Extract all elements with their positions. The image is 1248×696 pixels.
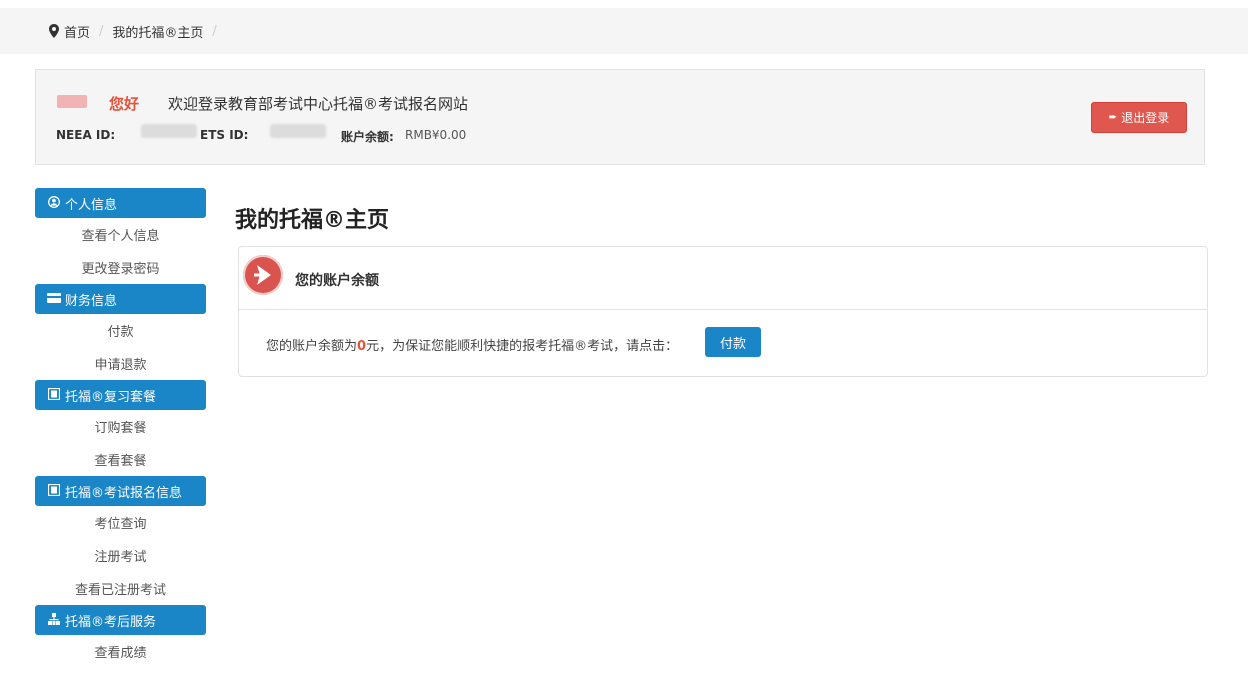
sidebar-item-view-registered-exams[interactable]: 查看已注册考试 xyxy=(35,572,206,605)
sitemap-icon xyxy=(47,612,61,628)
greeting-text: 您好 xyxy=(109,95,140,113)
book-icon xyxy=(47,483,61,499)
map-marker-icon xyxy=(49,24,59,38)
balance-message-suffix: 元，为保证您能顺利快捷的报考托福®考试，请点击： xyxy=(366,339,679,354)
breadcrumb-home-link[interactable]: 首页 xyxy=(64,22,90,41)
balance-message: 您的账户余额为0元，为保证您能顺利快捷的报考托福®考试，请点击： xyxy=(266,335,678,354)
breadcrumb-separator: / xyxy=(99,23,104,39)
sidebar-item-register-exam[interactable]: 注册考试 xyxy=(35,539,206,572)
book-icon xyxy=(47,387,61,403)
user-info-bar: 您好 欢迎登录教育部考试中心托福®考试报名网站 NEEA ID: ETS ID:… xyxy=(35,69,1205,165)
logout-label: 退出登录 xyxy=(1121,111,1170,125)
sidebar-item-view-profile[interactable]: 查看个人信息 xyxy=(35,218,206,251)
sidebar-section-personal-info[interactable]: 个人信息 xyxy=(35,188,206,218)
credit-card-icon xyxy=(47,292,61,306)
redacted-neea-id xyxy=(141,124,197,138)
sidebar-item-order-package[interactable]: 订购套餐 xyxy=(35,410,206,443)
sidebar-section-label: 个人信息 xyxy=(65,197,118,213)
sidebar-section-label: 托福®考试报名信息 xyxy=(65,485,183,501)
sidebar-item-change-password[interactable]: 更改登录密码 xyxy=(35,251,206,284)
balance-amount: 0 xyxy=(357,339,367,354)
logout-button[interactable]: ➨ 退出登录 xyxy=(1091,102,1187,133)
panel-header: 您的账户余额 xyxy=(239,247,1207,310)
arrow-right-circle-icon xyxy=(243,255,283,295)
ets-id-label: ETS ID: xyxy=(200,128,249,142)
sidebar-section-label: 托福®复习套餐 xyxy=(65,389,157,405)
sidebar-section-prep-package[interactable]: 托福®复习套餐 xyxy=(35,380,206,410)
sidebar: 个人信息 查看个人信息 更改登录密码 财务信息 付款 申请退款 托福®复习套餐 … xyxy=(35,188,206,668)
panel-body: 您的账户余额为0元，为保证您能顺利快捷的报考托福®考试，请点击： 付款 xyxy=(239,310,1207,378)
breadcrumb: 首页 / 我的托福®主页 / xyxy=(0,8,1248,54)
balance-message-prefix: 您的账户余额为 xyxy=(266,339,358,354)
pay-button[interactable]: 付款 xyxy=(705,327,761,357)
sidebar-section-label: 托福®考后服务 xyxy=(65,614,157,630)
user-circle-icon xyxy=(47,195,61,211)
sidebar-section-post-exam[interactable]: 托福®考后服务 xyxy=(35,605,206,635)
panel-title: 您的账户余额 xyxy=(295,273,379,289)
sidebar-item-view-package[interactable]: 查看套餐 xyxy=(35,443,206,476)
neea-id-label: NEEA ID: xyxy=(56,128,116,142)
balance-label: 账户余额: xyxy=(341,130,394,144)
breadcrumb-current[interactable]: 我的托福®主页 xyxy=(112,22,203,41)
redacted-ets-id xyxy=(270,124,326,138)
sign-out-icon: ➨ xyxy=(1108,112,1118,123)
sidebar-section-exam-registration[interactable]: 托福®考试报名信息 xyxy=(35,476,206,506)
sidebar-item-payment[interactable]: 付款 xyxy=(35,314,206,347)
balance-value: RMB¥0.00 xyxy=(405,128,467,142)
sidebar-item-view-scores[interactable]: 查看成绩 xyxy=(35,635,206,668)
breadcrumb-separator: / xyxy=(212,23,217,39)
redacted-username xyxy=(57,95,87,108)
welcome-text: 欢迎登录教育部考试中心托福®考试报名网站 xyxy=(168,95,469,113)
page-title: 我的托福®主页 xyxy=(235,208,390,233)
sidebar-section-finance[interactable]: 财务信息 xyxy=(35,284,206,314)
sidebar-section-label: 财务信息 xyxy=(65,293,118,309)
sidebar-item-seat-search[interactable]: 考位查询 xyxy=(35,506,206,539)
sidebar-item-refund[interactable]: 申请退款 xyxy=(35,347,206,380)
account-balance-panel: 您的账户余额 您的账户余额为0元，为保证您能顺利快捷的报考托福®考试，请点击： … xyxy=(238,246,1208,377)
